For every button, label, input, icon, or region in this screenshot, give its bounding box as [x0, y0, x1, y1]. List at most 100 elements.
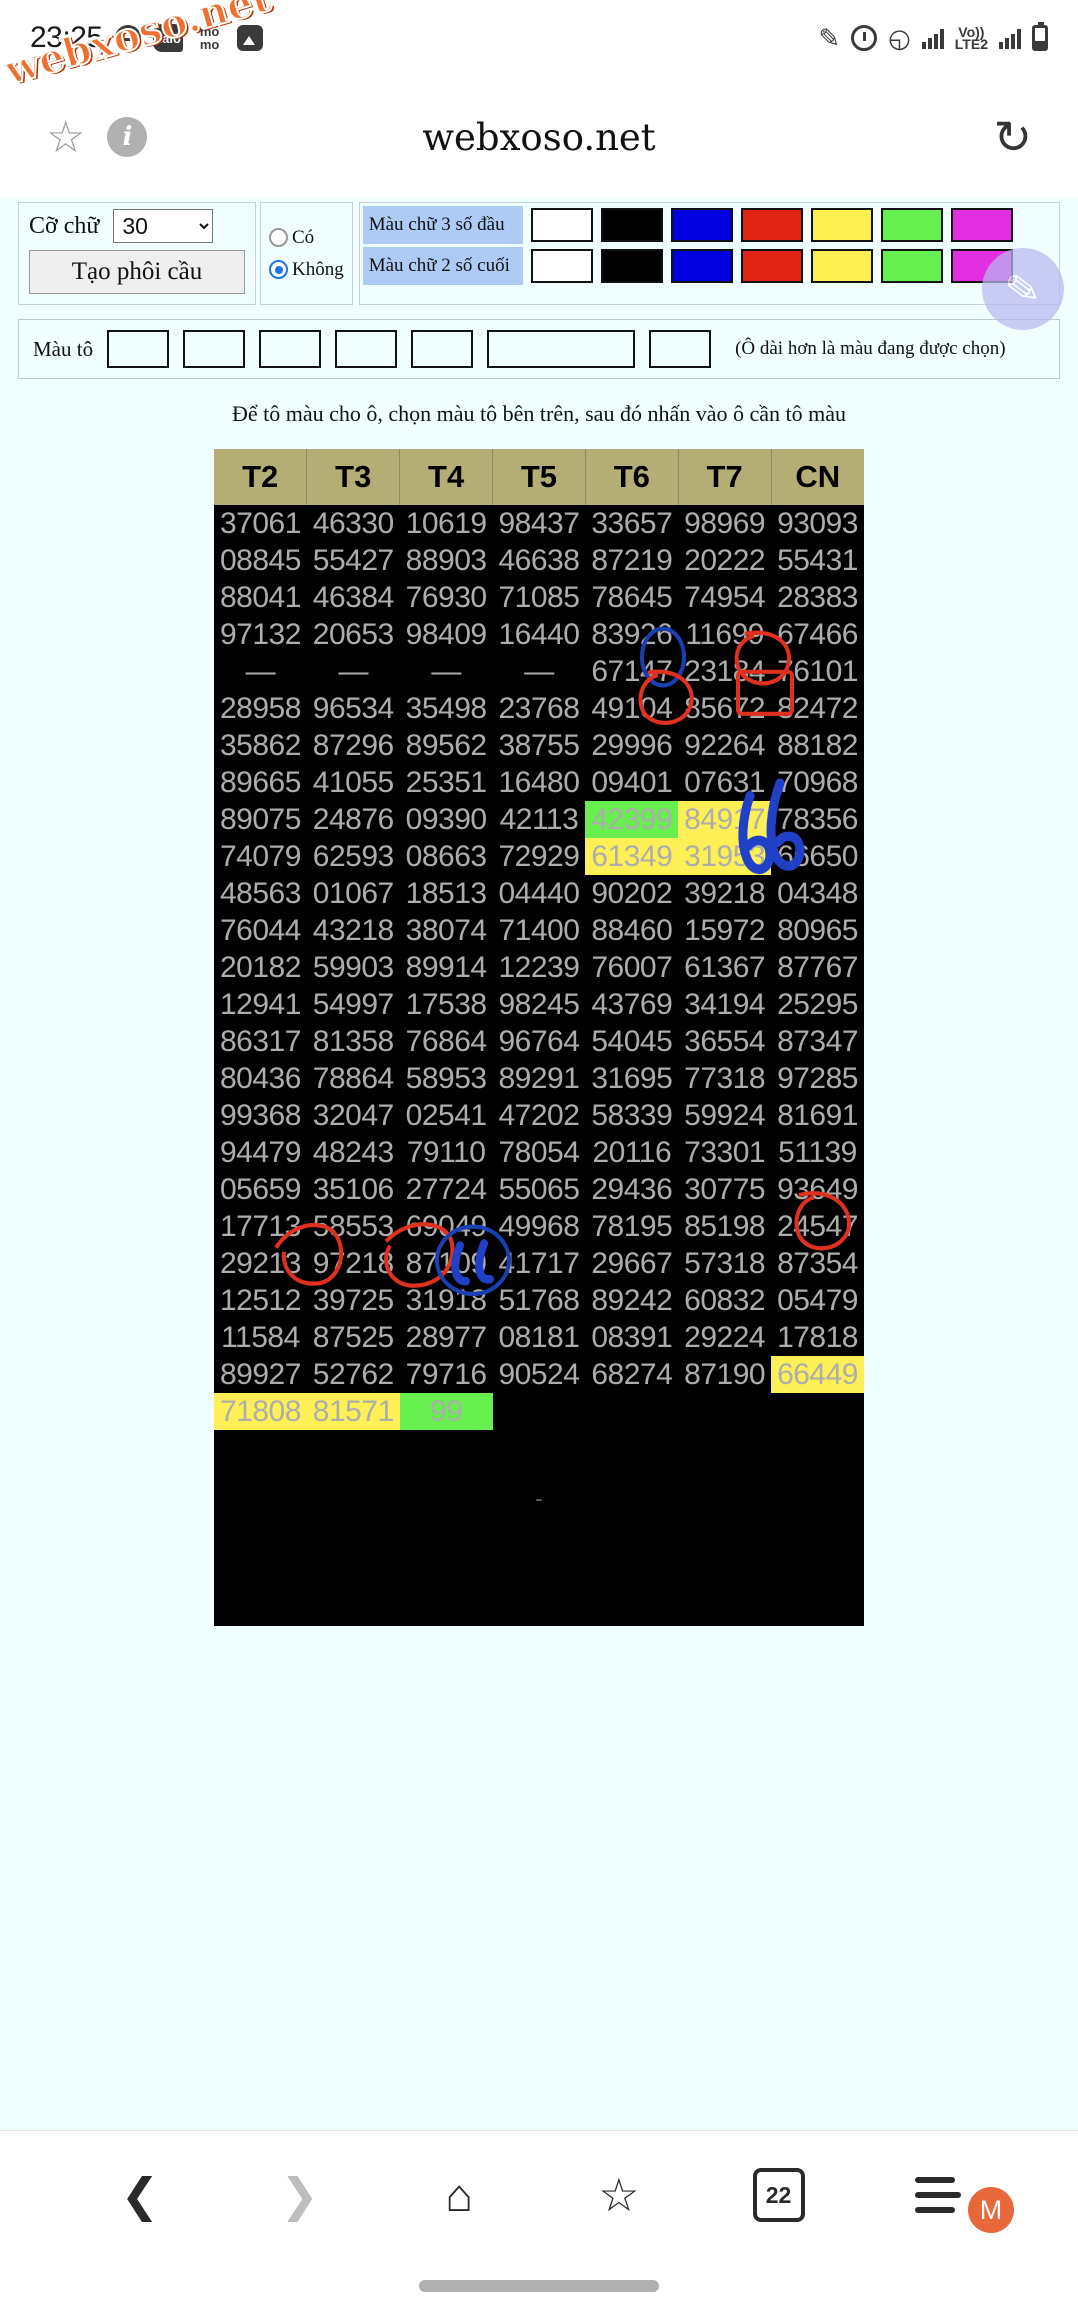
table-cell[interactable]: 41717	[493, 1245, 586, 1282]
table-cell[interactable]: 31953	[678, 838, 772, 875]
swatch-magenta-first3[interactable]	[950, 208, 1013, 242]
table-cell[interactable]: 81571	[306, 1393, 400, 1430]
table-cell[interactable]: 86317	[214, 1023, 307, 1060]
table-cell[interactable]: 99368	[214, 1097, 307, 1134]
table-cell[interactable]: 76044	[214, 912, 307, 949]
table-cell[interactable]: 87354	[771, 1245, 864, 1282]
table-cell[interactable]: 98969	[678, 505, 771, 542]
table-cell[interactable]	[771, 1393, 864, 1430]
table-cell[interactable]: 71085	[493, 579, 586, 616]
table-cell[interactable]: 42113	[493, 801, 586, 838]
fill-swatch-green-selected[interactable]	[487, 330, 636, 368]
table-cell[interactable]: 38755	[493, 727, 586, 764]
table-cell[interactable]: 80965	[771, 912, 864, 949]
table-cell[interactable]: 28383	[771, 579, 864, 616]
swatch-yellow-last2[interactable]	[810, 249, 873, 283]
nav-tabs-icon[interactable]: 22	[699, 2164, 859, 2224]
table-cell[interactable]: 55427	[307, 542, 400, 579]
table-cell[interactable]: 11584	[214, 1319, 307, 1356]
table-cell[interactable]: 62593	[307, 838, 400, 875]
table-cell[interactable]: 11699	[678, 616, 771, 653]
table-cell[interactable]: 76864	[400, 1023, 493, 1060]
table-row[interactable]: 12941 54997 17538 98245 43769 34194 25295	[214, 986, 864, 1023]
table-cell[interactable]: 97285	[771, 1060, 864, 1097]
fill-swatch-magenta[interactable]	[649, 330, 712, 368]
table-cell[interactable]: 20653	[307, 616, 400, 653]
table-cell[interactable]: 48243	[307, 1134, 400, 1171]
table-row[interactable]: 89665 41055 25351 16480 09401 07631 70968	[214, 764, 864, 801]
table-row[interactable]: 28958 96534 35498 23768 49104 85672 82472	[214, 690, 864, 727]
table-cell[interactable]: 89562	[400, 727, 493, 764]
table-cell[interactable]: 84917	[678, 801, 772, 838]
table-cell[interactable]: 89665	[214, 764, 307, 801]
swatch-white-first3[interactable]	[530, 208, 593, 242]
table-cell[interactable]: 16480	[493, 764, 586, 801]
table-cell[interactable]: 93093	[771, 505, 864, 542]
table-cell[interactable]: 73301	[678, 1134, 771, 1171]
table-cell[interactable]: 66449	[771, 1356, 864, 1393]
swatch-blue-first3[interactable]	[670, 208, 733, 242]
table-cell[interactable]: 10619	[400, 505, 493, 542]
table-cell[interactable]: 08391	[585, 1319, 678, 1356]
table-cell[interactable]: 71808	[214, 1393, 307, 1430]
table-cell[interactable]: 99	[399, 1393, 493, 1430]
table-cell[interactable]: 24876	[307, 801, 400, 838]
table-cell[interactable]: 89914	[400, 949, 493, 986]
table-cell[interactable]: 34194	[678, 986, 771, 1023]
table-cell[interactable]: 61349	[585, 838, 679, 875]
table-cell[interactable]: 87109	[400, 1245, 493, 1282]
fill-swatch-black[interactable]	[183, 330, 246, 368]
table-cell[interactable]: 66650	[771, 838, 864, 875]
table-cell[interactable]: 29667	[585, 1245, 678, 1282]
table-row[interactable]: 89075 24876 09390 42113 42399 84917 78356	[214, 801, 864, 838]
table-cell[interactable]: 43769	[585, 986, 678, 1023]
table-cell[interactable]: 23184	[678, 653, 771, 690]
table-cell[interactable]: 98437	[493, 505, 586, 542]
table-row[interactable]: 20182 59903 89914 12239 76007 61367 87767	[214, 949, 864, 986]
table-row[interactable]: 37061 46330 10619 98437 33657 98969 93093	[214, 505, 864, 542]
nav-forward-icon[interactable]: ❯	[220, 2168, 380, 2222]
table-cell[interactable]: 38074	[400, 912, 493, 949]
nav-home-icon[interactable]: ⌂	[379, 2168, 539, 2222]
table-row[interactable]: 89927 52762 79716 90524 68274 87190 66449	[214, 1356, 864, 1393]
table-cell[interactable]: 87219	[585, 542, 678, 579]
table-cell[interactable]: 12512	[214, 1282, 307, 1319]
table-row[interactable]: — — — —67147 23184 76101	[214, 653, 864, 690]
table-cell[interactable]: —	[400, 653, 493, 690]
table-row[interactable]: 29213 97218 87109 41717 29667 57318 87354	[214, 1245, 864, 1282]
radio-yes[interactable]: Có	[269, 227, 344, 249]
tab-count-badge[interactable]: 22	[752, 2164, 812, 2224]
table-cell[interactable]: 07631	[678, 764, 771, 801]
reload-icon[interactable]: ↻	[993, 114, 1032, 160]
table-cell[interactable]: 17818	[771, 1319, 864, 1356]
swatch-yellow-first3[interactable]	[810, 208, 873, 242]
table-cell[interactable]: 70968	[771, 764, 864, 801]
table-cell[interactable]: 28958	[214, 690, 307, 727]
table-cell[interactable]	[678, 1393, 771, 1430]
table-cell[interactable]: 79716	[400, 1356, 493, 1393]
table-row[interactable]: 05659 35106 27724 55065 29436 30775 93649	[214, 1171, 864, 1208]
table-cell[interactable]: 55431	[771, 542, 864, 579]
table-cell[interactable]: —	[307, 653, 400, 690]
table-cell[interactable]: 46384	[307, 579, 400, 616]
nav-menu-icon[interactable]: M	[858, 2177, 1018, 2233]
table-cell[interactable]: 60832	[678, 1282, 771, 1319]
table-cell[interactable]: 54045	[585, 1023, 678, 1060]
font-size-select[interactable]: 30	[113, 209, 214, 243]
table-cell[interactable]: 85672	[678, 690, 771, 727]
table-cell[interactable]: 52762	[307, 1356, 400, 1393]
table-cell[interactable]: 09390	[400, 801, 493, 838]
table-cell[interactable]: 97218	[307, 1245, 400, 1282]
table-cell[interactable]: 89927	[214, 1356, 307, 1393]
table-cell[interactable]: 20116	[585, 1134, 678, 1171]
table-cell[interactable]: 94479	[214, 1134, 307, 1171]
table-cell[interactable]: 87347	[771, 1023, 864, 1060]
table-cell[interactable]: 29224	[678, 1319, 771, 1356]
table-cell[interactable]: 01067	[307, 875, 400, 912]
table-cell[interactable]: 05659	[214, 1171, 307, 1208]
table-cell[interactable]: 08181	[493, 1319, 586, 1356]
table-cell[interactable]: 25351	[400, 764, 493, 801]
table-cell[interactable]: 78054	[493, 1134, 586, 1171]
table-cell[interactable]: 51139	[771, 1134, 864, 1171]
swatch-green-last2[interactable]	[880, 249, 943, 283]
